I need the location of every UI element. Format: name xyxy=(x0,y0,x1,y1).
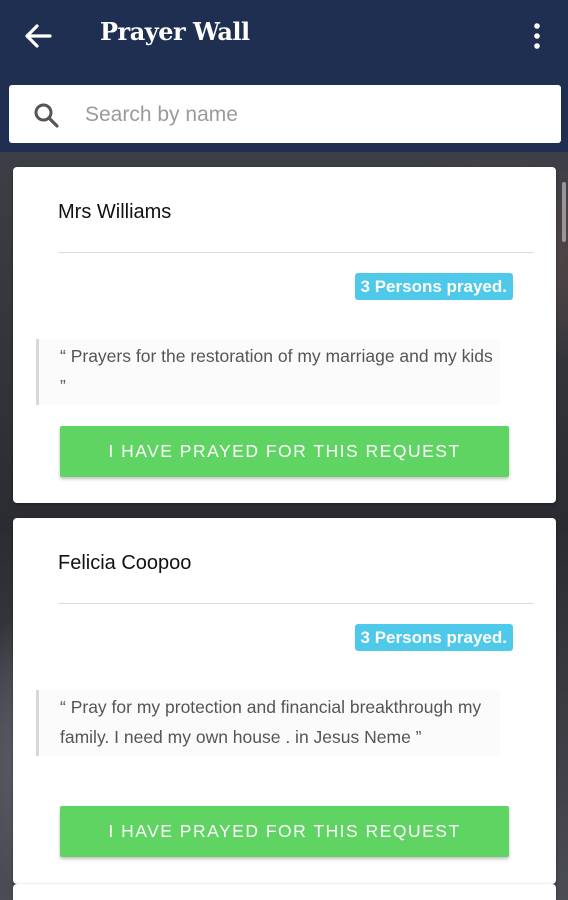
search-bar xyxy=(9,85,561,143)
search-input[interactable] xyxy=(83,97,547,133)
page-title: Prayer Wall xyxy=(100,17,250,46)
arrow-left-icon xyxy=(25,24,52,48)
back-button[interactable] xyxy=(22,20,54,52)
more-vertical-icon xyxy=(534,23,540,49)
overflow-menu-button[interactable] xyxy=(526,20,548,52)
search-icon[interactable] xyxy=(33,102,59,128)
requester-name: Felicia Coopoo xyxy=(58,552,192,574)
prayer-feed[interactable]: Mrs Williams 3 Persons prayed. “ Prayers… xyxy=(0,152,568,900)
app-bar: Prayer Wall xyxy=(0,0,568,152)
prayer-request-text: “ Pray for my protection and financial b… xyxy=(36,690,500,756)
scrollbar[interactable] xyxy=(562,182,566,242)
prayed-count-badge: 3 Persons prayed. xyxy=(354,624,513,651)
i-have-prayed-button[interactable]: I HAVE PRAYED FOR THIS REQUEST xyxy=(60,426,509,477)
prayer-request-card-partial xyxy=(13,884,556,900)
prayer-request-card: Mrs Williams 3 Persons prayed. “ Prayers… xyxy=(13,167,556,503)
divider xyxy=(58,603,534,604)
divider xyxy=(58,252,534,253)
prayed-count-badge: 3 Persons prayed. xyxy=(354,273,513,300)
requester-name: Mrs Williams xyxy=(58,201,172,223)
prayer-request-text: “ Prayers for the restoration of my marr… xyxy=(36,339,500,405)
i-have-prayed-button[interactable]: I HAVE PRAYED FOR THIS REQUEST xyxy=(60,806,509,857)
prayer-request-card: Felicia Coopoo 3 Persons prayed. “ Pray … xyxy=(13,518,556,884)
